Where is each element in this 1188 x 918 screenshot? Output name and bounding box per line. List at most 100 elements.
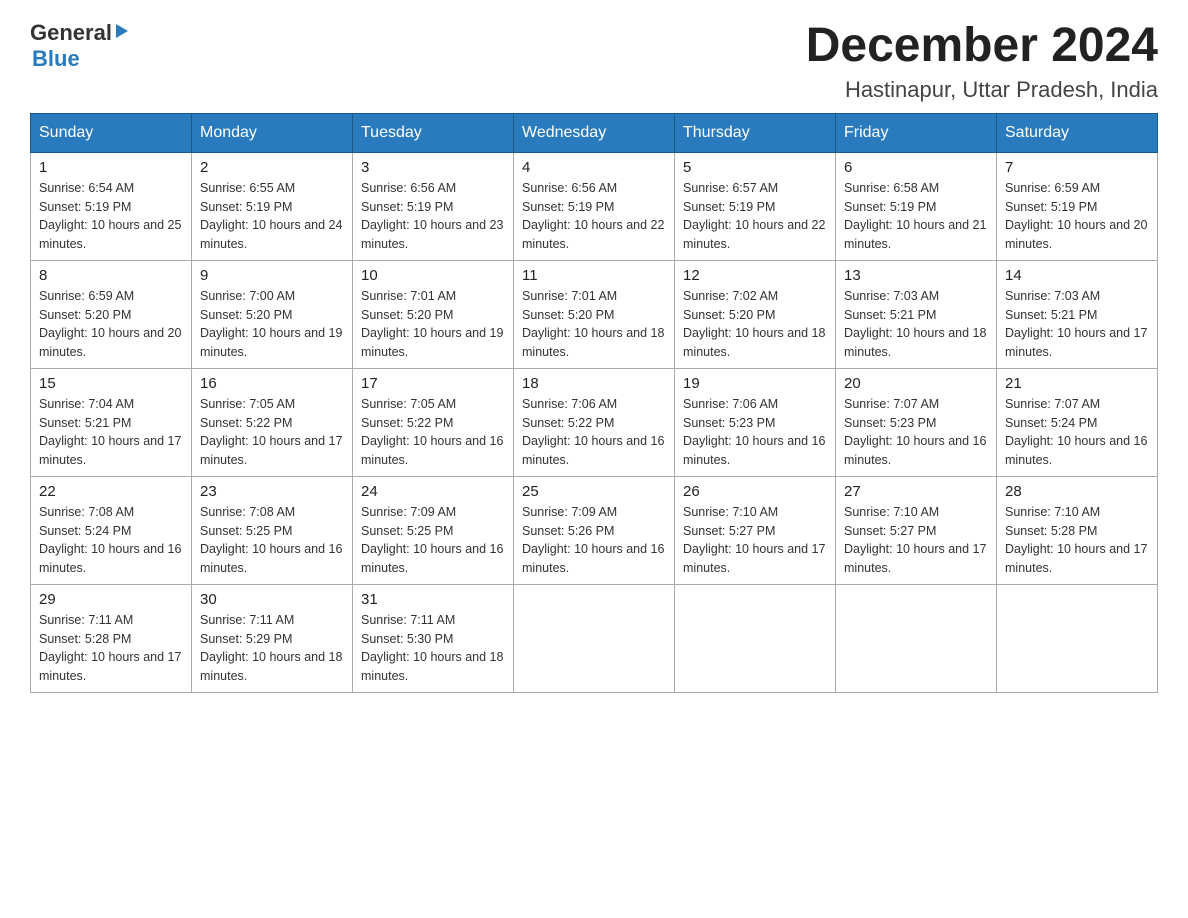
day-info: Sunrise: 7:05 AMSunset: 5:22 PMDaylight:… — [361, 395, 505, 470]
calendar-cell: 17 Sunrise: 7:05 AMSunset: 5:22 PMDayligh… — [353, 368, 514, 476]
day-number: 3 — [361, 159, 505, 176]
calendar-week-row: 29Sunrise: 7:11 AMSunset: 5:28 PMDayligh… — [31, 584, 1158, 692]
day-info: Sunrise: 7:02 AMSunset: 5:20 PMDaylight:… — [683, 287, 827, 362]
day-number: 9 — [200, 267, 344, 284]
day-number: 2 — [200, 159, 344, 176]
calendar-cell: 27Sunrise: 7:10 AMSunset: 5:27 PMDayligh… — [836, 476, 997, 584]
day-number: 17 — [361, 375, 505, 392]
col-monday: Monday — [192, 113, 353, 152]
day-info: Sunrise: 7:08 AMSunset: 5:25 PMDaylight:… — [200, 503, 344, 578]
day-info: Sunrise: 7:09 AMSunset: 5:25 PMDaylight:… — [361, 503, 505, 578]
day-number: 12 — [683, 267, 827, 284]
day-number: 20 — [844, 375, 988, 392]
calendar-cell: 21Sunrise: 7:07 AMSunset: 5:24 PMDayligh… — [997, 368, 1158, 476]
day-info: Sunrise: 7:01 AMSunset: 5:20 PMDaylight:… — [361, 287, 505, 362]
calendar-cell: 30 Sunrise: 7:11 AMSunset: 5:29 PMDayligh… — [192, 584, 353, 692]
day-number: 15 — [39, 375, 183, 392]
day-info: Sunrise: 6:58 AMSunset: 5:19 PMDaylight:… — [844, 179, 988, 254]
day-info: Sunrise: 7:00 AMSunset: 5:20 PMDaylight:… — [200, 287, 344, 362]
day-number: 29 — [39, 591, 183, 608]
day-info: Sunrise: 6:56 AMSunset: 5:19 PMDaylight:… — [522, 179, 666, 254]
col-sunday: Sunday — [31, 113, 192, 152]
col-thursday: Thursday — [675, 113, 836, 152]
day-number: 8 — [39, 267, 183, 284]
calendar-cell: 2 Sunrise: 6:55 AMSunset: 5:19 PMDaylight… — [192, 152, 353, 260]
calendar-cell: 12 Sunrise: 7:02 AMSunset: 5:20 PMDayligh… — [675, 260, 836, 368]
day-info: Sunrise: 6:56 AMSunset: 5:19 PMDaylight:… — [361, 179, 505, 254]
day-info: Sunrise: 7:08 AMSunset: 5:24 PMDaylight:… — [39, 503, 183, 578]
day-number: 13 — [844, 267, 988, 284]
day-number: 24 — [361, 483, 505, 500]
calendar-cell: 28 Sunrise: 7:10 AMSunset: 5:28 PMDayligh… — [997, 476, 1158, 584]
calendar-cell — [997, 584, 1158, 692]
calendar-cell: 7 Sunrise: 6:59 AMSunset: 5:19 PMDaylight… — [997, 152, 1158, 260]
calendar-cell — [836, 584, 997, 692]
day-number: 30 — [200, 591, 344, 608]
calendar-cell: 31Sunrise: 7:11 AMSunset: 5:30 PMDayligh… — [353, 584, 514, 692]
day-number: 22 — [39, 483, 183, 500]
day-number: 27 — [844, 483, 988, 500]
day-info: Sunrise: 6:54 AMSunset: 5:19 PMDaylight:… — [39, 179, 183, 254]
day-info: Sunrise: 7:03 AMSunset: 5:21 PMDaylight:… — [1005, 287, 1149, 362]
day-info: Sunrise: 7:09 AMSunset: 5:26 PMDaylight:… — [522, 503, 666, 578]
day-number: 23 — [200, 483, 344, 500]
day-info: Sunrise: 7:06 AMSunset: 5:22 PMDaylight:… — [522, 395, 666, 470]
day-number: 26 — [683, 483, 827, 500]
location-title: Hastinapur, Uttar Pradesh, India — [806, 77, 1158, 103]
day-info: Sunrise: 7:11 AMSunset: 5:29 PMDaylight:… — [200, 611, 344, 686]
calendar-cell: 16 Sunrise: 7:05 AMSunset: 5:22 PMDayligh… — [192, 368, 353, 476]
calendar-cell — [675, 584, 836, 692]
day-info: Sunrise: 7:10 AMSunset: 5:28 PMDaylight:… — [1005, 503, 1149, 578]
logo: General Blue — [30, 20, 130, 72]
calendar-cell: 5 Sunrise: 6:57 AMSunset: 5:19 PMDaylight… — [675, 152, 836, 260]
day-info: Sunrise: 7:06 AMSunset: 5:23 PMDaylight:… — [683, 395, 827, 470]
day-number: 11 — [522, 267, 666, 284]
calendar-header-row: Sunday Monday Tuesday Wednesday Thursday… — [31, 113, 1158, 152]
calendar-cell: 18 Sunrise: 7:06 AMSunset: 5:22 PMDayligh… — [514, 368, 675, 476]
day-number: 5 — [683, 159, 827, 176]
calendar-cell: 25 Sunrise: 7:09 AMSunset: 5:26 PMDayligh… — [514, 476, 675, 584]
calendar-cell: 14 Sunrise: 7:03 AMSunset: 5:21 PMDayligh… — [997, 260, 1158, 368]
day-info: Sunrise: 6:57 AMSunset: 5:19 PMDaylight:… — [683, 179, 827, 254]
calendar-week-row: 1 Sunrise: 6:54 AMSunset: 5:19 PMDaylight… — [31, 152, 1158, 260]
day-number: 10 — [361, 267, 505, 284]
day-info: Sunrise: 7:07 AMSunset: 5:23 PMDaylight:… — [844, 395, 988, 470]
title-area: December 2024 Hastinapur, Uttar Pradesh,… — [806, 20, 1158, 103]
calendar-cell: 24 Sunrise: 7:09 AMSunset: 5:25 PMDayligh… — [353, 476, 514, 584]
day-info: Sunrise: 7:04 AMSunset: 5:21 PMDaylight:… — [39, 395, 183, 470]
day-number: 19 — [683, 375, 827, 392]
calendar-cell: 22 Sunrise: 7:08 AMSunset: 5:24 PMDayligh… — [31, 476, 192, 584]
calendar-cell: 26Sunrise: 7:10 AMSunset: 5:27 PMDayligh… — [675, 476, 836, 584]
calendar-cell: 6 Sunrise: 6:58 AMSunset: 5:19 PMDaylight… — [836, 152, 997, 260]
day-number: 18 — [522, 375, 666, 392]
day-number: 1 — [39, 159, 183, 176]
calendar-cell: 8 Sunrise: 6:59 AMSunset: 5:20 PMDaylight… — [31, 260, 192, 368]
day-info: Sunrise: 7:03 AMSunset: 5:21 PMDaylight:… — [844, 287, 988, 362]
col-friday: Friday — [836, 113, 997, 152]
calendar-cell: 11 Sunrise: 7:01 AMSunset: 5:20 PMDayligh… — [514, 260, 675, 368]
day-number: 4 — [522, 159, 666, 176]
day-info: Sunrise: 6:59 AMSunset: 5:20 PMDaylight:… — [39, 287, 183, 362]
calendar-cell: 3 Sunrise: 6:56 AMSunset: 5:19 PMDaylight… — [353, 152, 514, 260]
day-number: 31 — [361, 591, 505, 608]
col-tuesday: Tuesday — [353, 113, 514, 152]
calendar-week-row: 22 Sunrise: 7:08 AMSunset: 5:24 PMDayligh… — [31, 476, 1158, 584]
calendar-cell: 15 Sunrise: 7:04 AMSunset: 5:21 PMDayligh… — [31, 368, 192, 476]
day-number: 6 — [844, 159, 988, 176]
day-info: Sunrise: 6:59 AMSunset: 5:19 PMDaylight:… — [1005, 179, 1149, 254]
day-number: 16 — [200, 375, 344, 392]
col-saturday: Saturday — [997, 113, 1158, 152]
calendar-body: 1 Sunrise: 6:54 AMSunset: 5:19 PMDaylight… — [31, 152, 1158, 692]
page-header: General Blue December 2024 Hastinapur, U… — [30, 20, 1158, 103]
day-info: Sunrise: 7:01 AMSunset: 5:20 PMDaylight:… — [522, 287, 666, 362]
day-number: 7 — [1005, 159, 1149, 176]
calendar-cell: 23 Sunrise: 7:08 AMSunset: 5:25 PMDayligh… — [192, 476, 353, 584]
day-info: Sunrise: 7:05 AMSunset: 5:22 PMDaylight:… — [200, 395, 344, 470]
calendar-cell: 9 Sunrise: 7:00 AMSunset: 5:20 PMDaylight… — [192, 260, 353, 368]
logo-icon — [112, 20, 130, 46]
day-number: 28 — [1005, 483, 1149, 500]
day-number: 25 — [522, 483, 666, 500]
day-number: 14 — [1005, 267, 1149, 284]
day-info: Sunrise: 6:55 AMSunset: 5:19 PMDaylight:… — [200, 179, 344, 254]
calendar-week-row: 15 Sunrise: 7:04 AMSunset: 5:21 PMDayligh… — [31, 368, 1158, 476]
